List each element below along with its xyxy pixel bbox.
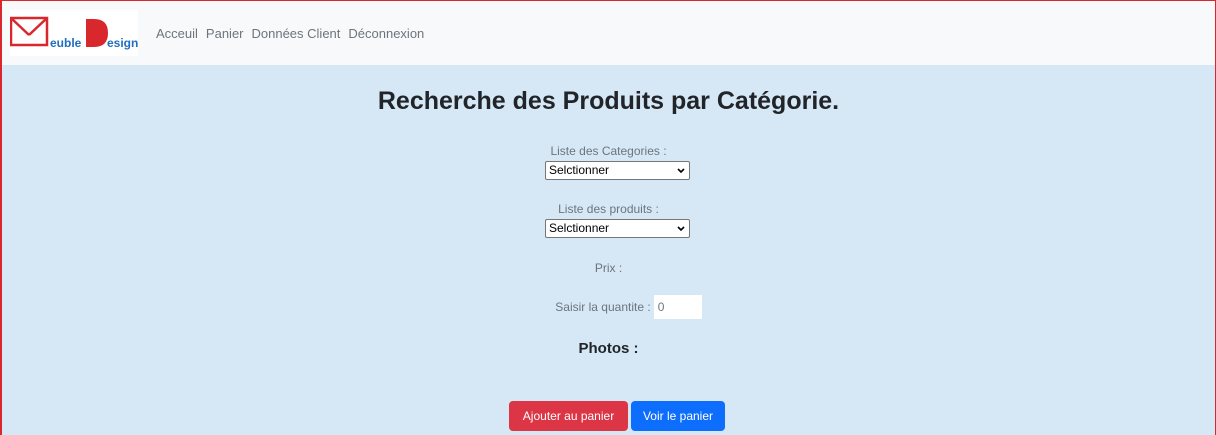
chevron-down-icon bbox=[677, 226, 685, 232]
quantity-label: Saisir la quantite : bbox=[555, 299, 651, 314]
chevron-down-icon bbox=[677, 168, 685, 174]
navbar: euble esign Acceuil Panier Données Clien… bbox=[2, 1, 1215, 65]
nav-item-deconnexion[interactable]: Déconnexion bbox=[348, 26, 424, 41]
logo-text-1: euble bbox=[50, 36, 82, 50]
logo-text-2: esign bbox=[107, 36, 138, 50]
page-title: Recherche des Produits par Catégorie. bbox=[377, 87, 840, 115]
view-cart-button[interactable]: Voir le panier bbox=[631, 401, 725, 431]
photos-heading: Photos : bbox=[578, 340, 639, 357]
quantity-row: Saisir la quantite : 0 bbox=[2, 294, 1215, 319]
add-to-cart-button[interactable]: Ajouter au panier bbox=[509, 401, 628, 431]
categories-label: Liste des Categories : bbox=[550, 144, 667, 158]
price-label: Prix : bbox=[594, 261, 623, 275]
nav-links: Acceuil Panier Données Client Déconnexio… bbox=[156, 1, 424, 65]
categories-select[interactable]: Selctionner bbox=[545, 161, 690, 180]
categories-selected-value: Selctionner bbox=[549, 163, 610, 177]
nav-item-panier[interactable]: Panier bbox=[206, 26, 244, 41]
nav-item-donnees-client[interactable]: Données Client bbox=[252, 26, 341, 41]
main-content: Recherche des Produits par Catégorie. Li… bbox=[2, 65, 1215, 435]
products-selected-value: Selctionner bbox=[549, 221, 610, 235]
brand-logo[interactable]: euble esign bbox=[9, 10, 138, 56]
quantity-input[interactable]: 0 bbox=[653, 294, 702, 319]
app-window: euble esign Acceuil Panier Données Clien… bbox=[0, 0, 1216, 435]
logo-icon: euble esign bbox=[9, 16, 138, 50]
products-select[interactable]: Selctionner bbox=[545, 219, 690, 238]
nav-item-acceuil[interactable]: Acceuil bbox=[156, 26, 198, 41]
products-label: Liste des produits : bbox=[558, 202, 659, 216]
